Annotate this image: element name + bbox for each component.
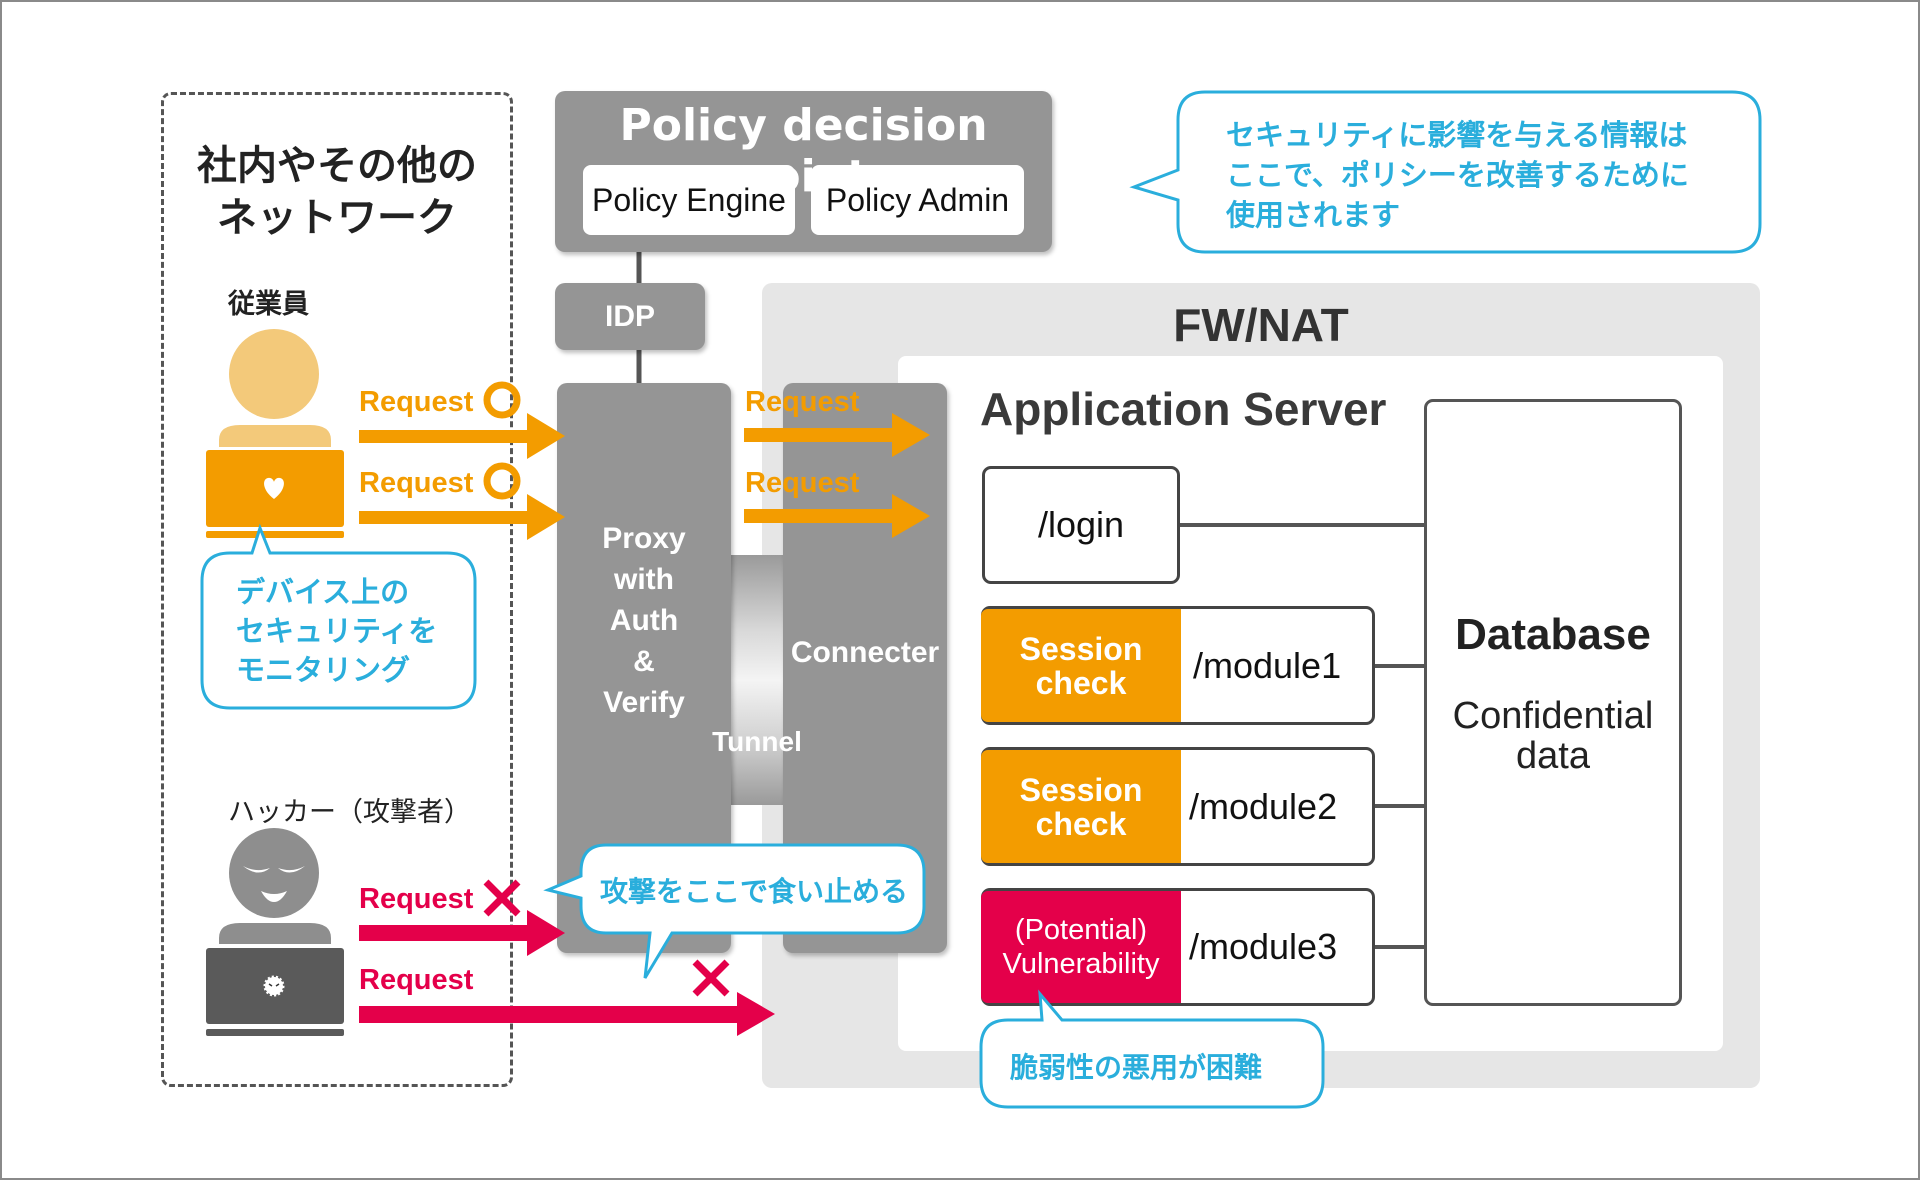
- hacker-request-label-1: Request: [359, 883, 474, 915]
- proxy-request-arrow-1: [744, 413, 930, 457]
- employee-head: [229, 329, 319, 419]
- attack-stop-bubble: [543, 843, 926, 979]
- hacker-body: [219, 923, 331, 944]
- employee-laptop-base: [206, 531, 344, 538]
- proxy-request-arrow-2: [744, 494, 930, 538]
- policy-info-bubble-text: セキュリティに影響を与える情報は ここで、ポリシーを改善するために 使用されます: [1226, 118, 1689, 232]
- hacker-request-label-2: Request: [359, 964, 474, 996]
- circle-ok-icon: [483, 381, 521, 419]
- proxy-request-label-1: Request: [745, 386, 860, 418]
- employee-request-label-1: Request: [359, 386, 474, 418]
- hacker-request-arrow-2: [359, 992, 775, 1036]
- virus-icon: [263, 975, 285, 997]
- employee-request-arrow-1: [359, 413, 565, 459]
- attack-stop-bubble-text: 攻撃をここで食い止める: [600, 875, 909, 908]
- x-icon: [483, 879, 521, 917]
- x-icon: [692, 959, 730, 997]
- proxy-request-label-2: Request: [745, 467, 860, 499]
- device-monitoring-bubble-text: デバイス上の セキュリティを モニタリング: [236, 575, 438, 687]
- employee-request-label-2: Request: [359, 467, 474, 499]
- employee-request-arrow-2: [359, 494, 565, 540]
- hacker-head: [229, 828, 319, 918]
- hacker-request-arrow-1: [359, 910, 565, 956]
- hacker-laptop-base: [206, 1029, 344, 1036]
- circle-ok-icon: [483, 462, 521, 500]
- vulnerability-bubble-text: 脆弱性の悪用が困難: [1010, 1051, 1263, 1084]
- employee-body: [219, 425, 331, 447]
